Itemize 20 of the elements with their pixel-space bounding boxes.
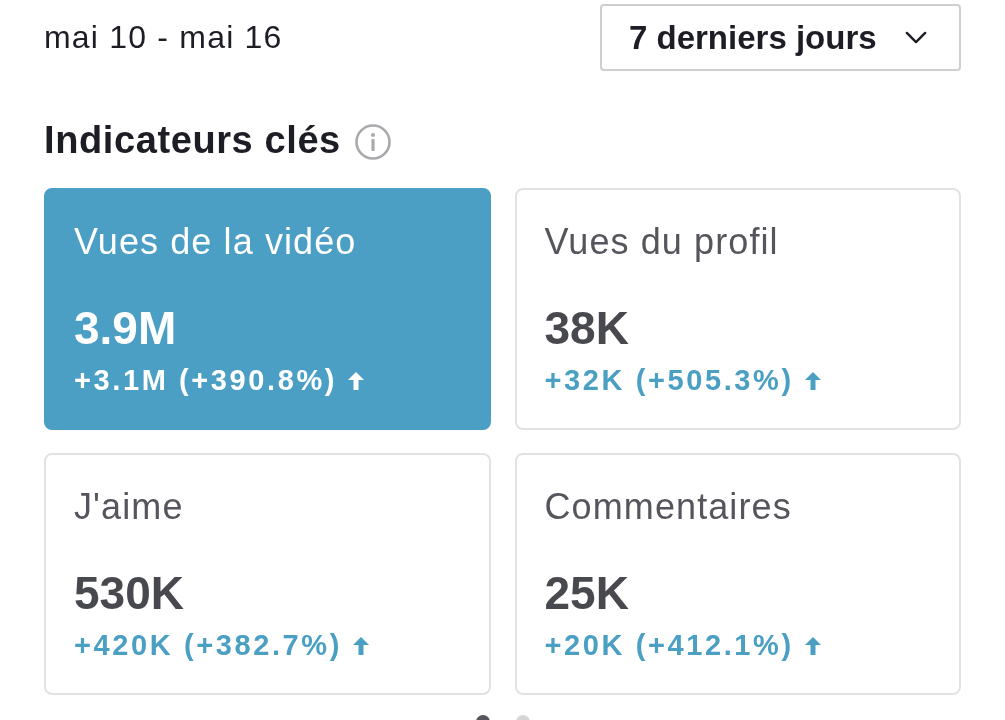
date-range: mai 10 - mai 16: [44, 19, 283, 56]
period-dropdown[interactable]: 7 derniers jours: [600, 4, 961, 71]
metric-label: J'aime: [74, 487, 184, 527]
metric-card[interactable]: Commentaires 25K +20K (+412.1%): [514, 453, 961, 695]
metric-value: 38K: [544, 304, 629, 352]
metric-change: +420K (+382.7%): [74, 629, 342, 661]
metric-value: 530K: [74, 569, 184, 617]
metric-change: +3.1M (+390.8%): [74, 364, 338, 396]
metric-label: Commentaires: [544, 487, 792, 527]
section-title: Indicateurs clés: [44, 118, 341, 162]
metric-card[interactable]: J'aime 530K +420K (+382.7%): [44, 453, 491, 695]
info-icon[interactable]: [354, 124, 391, 160]
metric-change: +20K (+412.1%): [544, 629, 794, 661]
metric-value: 25K: [544, 569, 629, 617]
metric-value: 3.9M: [74, 304, 177, 352]
metric-label: Vues de la vidéo: [74, 222, 357, 262]
metric-card[interactable]: Vues du profil 38K +32K (+505.3%): [514, 188, 961, 430]
chevron-down-icon: [905, 31, 927, 44]
metric-change: +32K (+505.3%): [544, 364, 794, 396]
metric-label: Vues du profil: [544, 222, 779, 262]
